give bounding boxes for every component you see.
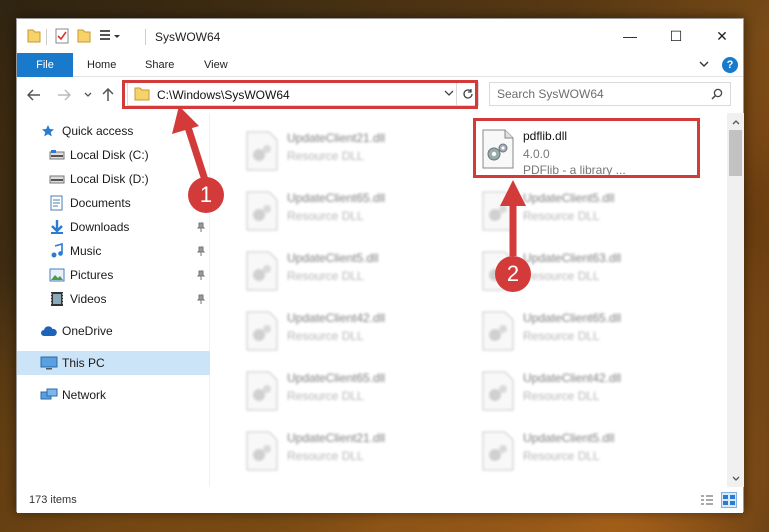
list-item[interactable]: UpdateClient65.dll Resource DLL xyxy=(239,183,469,237)
maximize-button[interactable]: ☐ xyxy=(653,19,699,53)
sidebar-item-music[interactable]: Music xyxy=(17,239,210,263)
new-folder-icon[interactable] xyxy=(77,28,91,44)
navigation-pane: Quick access Local Disk (C:) Local Disk … xyxy=(17,113,210,487)
sidebar-item-videos[interactable]: Videos xyxy=(17,287,210,311)
list-item[interactable]: UpdateClient5.dll Resource DLL xyxy=(475,423,705,477)
forward-button[interactable] xyxy=(55,86,73,104)
sidebar-item-onedrive[interactable]: OneDrive xyxy=(17,319,210,343)
ribbon-tabs: File Home Share View ? xyxy=(17,53,743,77)
pictures-icon xyxy=(49,268,65,282)
up-button[interactable] xyxy=(99,86,117,104)
close-button[interactable]: ✕ xyxy=(699,19,745,53)
documents-icon xyxy=(50,195,63,211)
tab-view[interactable]: View xyxy=(204,53,228,77)
tiles-view-icon xyxy=(723,495,735,505)
help-button[interactable]: ? xyxy=(722,57,738,73)
tab-home[interactable]: Home xyxy=(87,53,116,77)
recent-locations-button[interactable] xyxy=(79,86,97,104)
sidebar-item-local-disk-d[interactable]: Local Disk (D:) xyxy=(17,167,210,191)
customize-toolbar-icon[interactable] xyxy=(99,28,121,44)
search-icon[interactable] xyxy=(711,88,723,100)
sidebar-item-local-disk-c[interactable]: Local Disk (C:) xyxy=(17,143,210,167)
item-count: 173 items xyxy=(29,494,77,506)
search-box[interactable] xyxy=(489,82,731,106)
network-icon xyxy=(40,388,58,400)
sidebar-item-this-pc[interactable]: This PC xyxy=(17,351,210,375)
details-view-icon xyxy=(701,495,713,505)
search-input[interactable] xyxy=(490,83,700,105)
computer-icon xyxy=(40,356,58,370)
list-item[interactable]: UpdateClient5.dll Resource DLL xyxy=(239,243,469,297)
arrow-up-icon xyxy=(102,88,114,101)
drive-icon xyxy=(49,150,65,160)
step-2-badge: 2 xyxy=(495,256,531,292)
arrow-right-icon xyxy=(58,89,71,101)
dll-file-icon xyxy=(246,431,278,471)
list-item[interactable]: UpdateClient65.dll Resource DLL xyxy=(475,303,705,357)
scrollbar-thumb[interactable] xyxy=(729,130,742,176)
arrow-left-icon xyxy=(27,89,40,101)
dll-file-icon xyxy=(482,191,514,231)
minimize-button[interactable]: — xyxy=(607,19,653,53)
dll-file-icon xyxy=(246,131,278,171)
status-bar: 173 items xyxy=(17,487,743,513)
details-view-button[interactable] xyxy=(699,492,715,508)
tab-file[interactable]: File xyxy=(17,53,73,77)
chevron-down-icon xyxy=(732,476,739,481)
expand-ribbon-icon[interactable] xyxy=(699,59,709,69)
sidebar-item-documents[interactable]: Documents xyxy=(17,191,210,215)
dll-file-icon xyxy=(246,191,278,231)
scroll-down-button[interactable] xyxy=(727,470,744,487)
videos-icon xyxy=(51,292,63,306)
vertical-scrollbar[interactable] xyxy=(727,113,744,487)
download-icon xyxy=(51,220,63,234)
pin-icon[interactable] xyxy=(196,222,206,232)
list-item[interactable]: UpdateClient42.dll Resource DLL xyxy=(239,303,469,357)
scroll-up-button[interactable] xyxy=(727,113,744,130)
pin-icon[interactable] xyxy=(196,294,206,304)
list-item[interactable]: UpdateClient21.dll Resource DLL xyxy=(239,123,469,177)
dll-file-icon xyxy=(246,251,278,291)
pin-icon[interactable] xyxy=(196,246,206,256)
sidebar-item-pictures[interactable]: Pictures xyxy=(17,263,210,287)
dll-file-icon xyxy=(482,431,514,471)
sidebar-item-quick-access[interactable]: Quick access xyxy=(17,119,210,143)
chevron-down-icon xyxy=(84,92,92,97)
title-bar: SysWOW64 — ☐ ✕ xyxy=(17,19,743,53)
sidebar-item-network[interactable]: Network xyxy=(17,383,210,407)
cloud-icon xyxy=(41,326,57,336)
music-icon xyxy=(51,243,63,258)
address-bar-highlight xyxy=(122,80,478,109)
tab-share[interactable]: Share xyxy=(145,53,174,77)
properties-icon[interactable] xyxy=(55,28,69,44)
list-item[interactable]: UpdateClient21.dll Resource DLL xyxy=(239,423,469,477)
pin-icon[interactable] xyxy=(196,270,206,280)
file-highlight xyxy=(473,118,700,178)
tiles-view-button[interactable] xyxy=(721,492,737,508)
folder-icon xyxy=(27,29,41,43)
dll-file-icon xyxy=(482,371,514,411)
star-icon xyxy=(42,125,54,137)
step-1-badge: 1 xyxy=(188,177,224,213)
list-item[interactable]: UpdateClient42.dll Resource DLL xyxy=(475,363,705,417)
dll-file-icon xyxy=(482,311,514,351)
dll-file-icon xyxy=(246,371,278,411)
window-title: SysWOW64 xyxy=(155,30,221,44)
back-button[interactable] xyxy=(25,86,43,104)
list-item[interactable]: UpdateClient65.dll Resource DLL xyxy=(239,363,469,417)
dll-file-icon xyxy=(246,311,278,351)
list-item[interactable]: UpdateClient5.dll Resource DLL xyxy=(475,183,705,237)
sidebar-item-downloads[interactable]: Downloads xyxy=(17,215,210,239)
drive-icon xyxy=(49,175,65,184)
chevron-up-icon xyxy=(732,119,739,124)
